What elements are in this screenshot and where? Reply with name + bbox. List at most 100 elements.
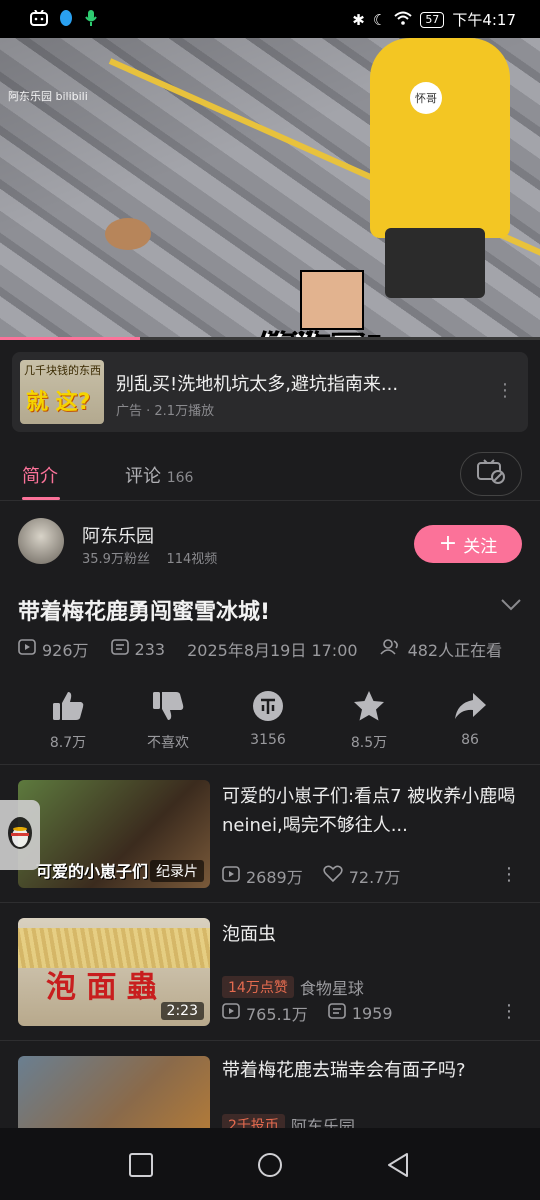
related-thumbnail[interactable]: 可爱的小崽子们 纪录片 xyxy=(18,780,210,888)
video-scene-person xyxy=(370,38,510,238)
coin-button[interactable]: 3156 xyxy=(233,688,303,748)
related-duration: 2:23 xyxy=(160,1002,204,1020)
recents-button[interactable] xyxy=(128,1152,154,1178)
video-title: 带着梅花鹿勇闯蜜雪冰城! xyxy=(18,600,271,625)
related-thumb-text: 泡 面 蟲 xyxy=(46,970,157,1005)
status-bar: ✱ ☾ 57 下午4:17 xyxy=(0,0,540,38)
floating-qq-bubble[interactable] xyxy=(0,800,40,870)
related-title[interactable]: 带着梅花鹿去瑞幸会有面子吗? xyxy=(222,1056,522,1085)
share-count: 86 xyxy=(461,732,479,748)
qq-penguin-icon xyxy=(5,815,35,855)
video-scene-deer xyxy=(105,218,151,250)
status-left xyxy=(30,9,98,31)
video-watermark: 阿东乐园 bilibili xyxy=(8,90,88,103)
ad-title: 别乱买!洗地机坑太多,避坑指南来... xyxy=(116,374,399,395)
video-player[interactable]: 阿东乐园 bilibili 怀哥 傻狍子! xyxy=(0,38,540,340)
bluetooth-icon: ✱ xyxy=(352,10,365,29)
section-divider xyxy=(0,764,540,765)
dislike-label: 不喜欢 xyxy=(147,735,189,751)
related-tag: 14万点赞 xyxy=(222,976,294,998)
publish-date: 2025年8月19日 17:00 xyxy=(187,641,358,660)
plus-icon: + xyxy=(438,531,458,556)
uploader-stats: 35.9万粉丝 114视频 xyxy=(82,548,217,567)
video-face-sticker xyxy=(300,270,364,330)
like-button[interactable]: 8.7万 xyxy=(33,688,103,752)
related-stats: 765.1万 1959 xyxy=(222,1001,393,1025)
related-author[interactable]: 食物星球 xyxy=(300,975,364,999)
uploader-name[interactable]: 阿东乐园 xyxy=(82,522,154,548)
tab-comments-count: 166 xyxy=(166,470,194,486)
danmaku-count: 233 xyxy=(134,639,166,659)
play-count: 926万 xyxy=(42,641,89,660)
related-thumb-text: 可爱的小崽子们 xyxy=(36,862,149,881)
wifi-icon xyxy=(394,11,412,29)
status-right: ✱ ☾ 57 下午4:17 xyxy=(352,9,516,30)
follow-button[interactable]: + 关注 xyxy=(414,525,522,563)
related-thumbnail[interactable] xyxy=(18,1056,210,1128)
mic-icon xyxy=(84,9,98,31)
uploader-videos: 114视频 xyxy=(166,552,218,567)
play-count-icon xyxy=(18,639,36,659)
heart-icon xyxy=(323,865,343,887)
share-icon xyxy=(435,688,505,724)
video-progress-fill xyxy=(0,337,141,340)
viewers-count: 482人正在看 xyxy=(407,641,503,660)
clock: 下午4:17 xyxy=(452,11,516,29)
uploader-avatar[interactable] xyxy=(18,518,64,564)
danmaku-count-icon xyxy=(328,1003,346,1023)
list-divider xyxy=(0,902,540,903)
related-badge: 纪录片 xyxy=(150,860,204,882)
tabs-divider xyxy=(0,500,540,501)
related-title[interactable]: 泡面虫 xyxy=(222,920,522,949)
related-views: 765.1万 xyxy=(246,1005,308,1024)
chevron-down-icon[interactable] xyxy=(500,596,522,617)
tab-comments[interactable]: 评论 166 xyxy=(125,462,193,488)
more-icon[interactable]: ⋮ xyxy=(500,864,518,885)
play-count-icon xyxy=(222,866,240,886)
related-tag-row: 14万点赞 食物星球 xyxy=(222,975,364,999)
home-button[interactable] xyxy=(257,1152,283,1178)
share-button[interactable]: 86 xyxy=(435,688,505,748)
ad-more-icon[interactable]: ⋮ xyxy=(496,380,514,401)
ad-thumb-text: 几千块钱的东西 xyxy=(24,364,101,377)
coin-count: 3156 xyxy=(250,732,286,748)
favorite-button[interactable]: 8.5万 xyxy=(334,688,404,752)
video-meta-row: 926万 233 2025年8月19日 17:00 482人正在看 xyxy=(18,637,502,661)
coin-icon xyxy=(233,688,303,724)
follow-label: 关注 xyxy=(463,536,498,557)
play-count-icon xyxy=(222,1003,240,1023)
tab-comments-label: 评论 xyxy=(125,466,161,487)
danmaku-toggle-button[interactable] xyxy=(460,452,522,496)
moon-icon: ☾ xyxy=(372,10,387,29)
related-danmaku: 1959 xyxy=(351,1003,393,1023)
related-thumbnail[interactable]: 泡 面 蟲 2:23 xyxy=(18,918,210,1026)
tab-intro-label: 简介 xyxy=(22,466,58,487)
danmaku-count-icon xyxy=(110,639,129,659)
video-uploader-bubble: 怀哥 xyxy=(410,82,442,114)
danmaku-off-icon xyxy=(476,459,506,489)
ad-meta: 广告 · 2.1万播放 xyxy=(116,404,215,419)
bilibili-icon xyxy=(30,9,48,30)
list-divider xyxy=(0,1040,540,1041)
related-title[interactable]: 可爱的小崽子们:看点7 被收养小鹿喝neinei,喝完不够往人... xyxy=(222,782,522,840)
like-count: 8.7万 xyxy=(49,735,87,751)
qq-icon xyxy=(58,9,74,31)
ad-thumb-headline: 就 这? xyxy=(26,390,91,415)
related-stats: 2689万 72.7万 xyxy=(222,864,400,888)
dislike-button[interactable]: 不喜欢 xyxy=(133,688,203,752)
uploader-fans: 35.9万粉丝 xyxy=(82,552,150,567)
star-icon xyxy=(334,688,404,724)
related-views: 2689万 xyxy=(246,868,303,887)
tab-intro[interactable]: 简介 xyxy=(22,462,58,488)
related-likes: 72.7万 xyxy=(348,868,401,887)
back-button[interactable] xyxy=(385,1152,411,1178)
viewers-icon xyxy=(379,639,402,659)
video-scene-legs xyxy=(385,228,485,298)
thumbs-down-icon xyxy=(133,688,203,724)
ad-thumbnail: 几千块钱的东西 就 这? xyxy=(20,360,104,424)
more-icon[interactable]: ⋮ xyxy=(500,1001,518,1022)
ad-card[interactable]: 几千块钱的东西 就 这? 别乱买!洗地机坑太多,避坑指南来... 广告 · 2.… xyxy=(12,352,528,432)
battery-indicator: 57 xyxy=(420,11,445,28)
favorite-count: 8.5万 xyxy=(350,735,388,751)
thumbs-up-icon xyxy=(33,688,103,724)
